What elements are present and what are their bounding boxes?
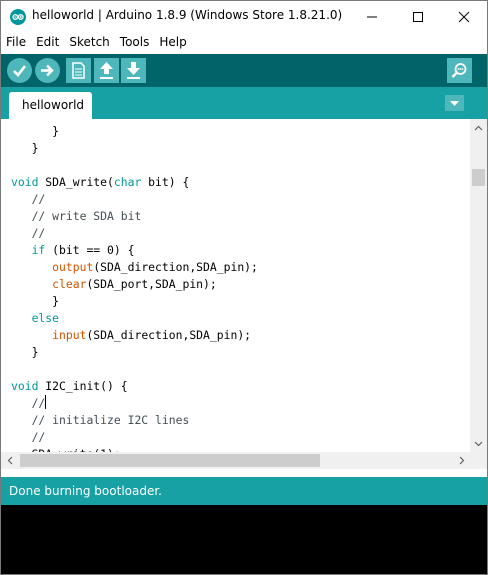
code-line: //	[31, 226, 46, 240]
code-area[interactable]: } } void SDA_write(char bit) { // // wri…	[11, 123, 469, 453]
code-line: void SDA_write(char bit) {	[11, 175, 190, 189]
open-button[interactable]	[94, 58, 119, 83]
title-bar[interactable]: helloworld | Arduino 1.8.9 (Windows Stor…	[1, 1, 487, 32]
save-button[interactable]	[121, 58, 146, 83]
menu-edit[interactable]: Edit	[31, 32, 64, 53]
code-line: //	[31, 430, 46, 444]
code-line: }	[11, 124, 60, 138]
new-button[interactable]	[66, 58, 91, 83]
code-line: output(SDA_direction,SDA_pin);	[52, 260, 258, 274]
console-output[interactable]	[1, 505, 487, 574]
upload-icon	[41, 64, 54, 77]
maximize-button[interactable]	[395, 1, 441, 32]
upload-button[interactable]	[35, 58, 60, 83]
menu-file[interactable]: File	[1, 32, 31, 53]
status-message: Done burning bootloader.	[9, 484, 162, 498]
menu-tools[interactable]: Tools	[115, 32, 155, 53]
chevron-left-icon	[7, 456, 12, 465]
text-caret	[45, 395, 47, 409]
maximize-icon	[413, 11, 423, 22]
menu-help[interactable]: Help	[154, 32, 191, 53]
code-line: clear(SDA_port,SDA_pin);	[52, 277, 217, 291]
scroll-down-button[interactable]	[470, 435, 487, 452]
code-line: void I2C_init() {	[11, 379, 128, 393]
chevron-down-icon	[474, 441, 483, 446]
close-button[interactable]	[441, 1, 487, 32]
verify-button[interactable]	[7, 58, 32, 83]
code-line: // initialize I2C lines	[31, 413, 190, 427]
horizontal-scrollbar[interactable]	[1, 452, 470, 469]
tab-helloworld[interactable]: helloworld	[9, 92, 92, 119]
chevron-right-icon	[459, 456, 464, 465]
vertical-scroll-thumb[interactable]	[472, 169, 485, 186]
menu-bar: File Edit Sketch Tools Help	[1, 32, 487, 53]
code-line: // write SDA bit	[31, 209, 142, 223]
toolbar	[1, 54, 487, 87]
minimize-button[interactable]	[349, 1, 395, 32]
scroll-right-button[interactable]	[453, 452, 470, 469]
code-line: //	[31, 192, 46, 206]
code-line: }	[11, 345, 39, 359]
serial-monitor-icon	[451, 63, 467, 78]
status-bar: Done burning bootloader.	[1, 477, 487, 505]
scroll-up-button[interactable]	[470, 119, 487, 136]
code-editor[interactable]: } } void SDA_write(char bit) { // // wri…	[1, 119, 487, 471]
horizontal-scroll-thumb[interactable]	[20, 454, 320, 467]
new-icon	[72, 62, 85, 79]
code-line: if (bit == 0) {	[31, 243, 135, 257]
menu-sketch[interactable]: Sketch	[64, 32, 114, 53]
scrollbar-corner	[470, 452, 487, 469]
code-line: input(SDA_direction,SDA_pin);	[52, 328, 252, 342]
window-title: helloworld | Arduino 1.8.9 (Windows Stor…	[32, 8, 343, 22]
arduino-logo-icon	[10, 9, 26, 25]
code-line: else	[31, 311, 60, 325]
code-line: }	[11, 141, 39, 155]
chevron-down-icon	[450, 101, 459, 106]
close-icon	[458, 11, 470, 22]
tab-menu-button[interactable]	[445, 95, 464, 111]
open-icon	[100, 62, 113, 79]
minimize-icon	[367, 16, 377, 17]
code-line-current: //	[31, 395, 47, 410]
verify-icon	[13, 65, 27, 77]
tab-strip: helloworld	[1, 87, 487, 119]
serial-monitor-button[interactable]	[447, 58, 472, 83]
vertical-scrollbar[interactable]	[470, 119, 487, 452]
scroll-left-button[interactable]	[1, 452, 18, 469]
code-line: }	[11, 294, 60, 308]
arduino-ide-window: helloworld | Arduino 1.8.9 (Windows Stor…	[0, 0, 488, 575]
chevron-up-icon	[474, 125, 483, 130]
save-icon	[127, 62, 140, 79]
